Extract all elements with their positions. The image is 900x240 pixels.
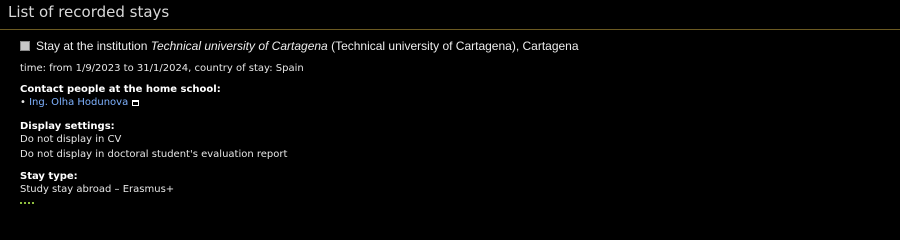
stay-title-suffix: (Technical university of Cartagena), Car… <box>327 39 579 53</box>
display-setting-cv: Do not display in CV <box>20 134 122 145</box>
stay-type-value: Study stay abroad – Erasmus+ <box>20 184 175 195</box>
stay-select-checkbox[interactable] <box>20 41 30 51</box>
stay-time: time: from 1/9/2023 to 31/1/2024, countr… <box>20 63 304 74</box>
stay-header: Stay at the institution Technical univer… <box>20 39 579 53</box>
section-title: List of recorded stays <box>8 3 170 21</box>
stay-title: Stay at the institution Technical univer… <box>36 39 579 53</box>
stay-type-label: Stay type: <box>20 171 78 182</box>
contact-person-link[interactable]: Ing. Olha Hodunova <box>29 97 128 108</box>
stay-title-prefix: Stay at the institution <box>36 39 151 53</box>
contact-label: Contact people at the home school: <box>20 84 221 95</box>
external-window-icon[interactable] <box>132 100 140 106</box>
contact-item: • Ing. Olha Hodunova <box>20 97 140 108</box>
stay-institution: Technical university of Cartagena <box>150 39 328 53</box>
display-settings-label: Display settings: <box>20 121 115 132</box>
truncated-next-row <box>20 202 34 207</box>
display-setting-report: Do not display in doctoral student's eva… <box>20 149 288 160</box>
contact-bullet: • <box>20 97 26 108</box>
recorded-stays-page: List of recorded stays Stay at the insti… <box>0 0 900 208</box>
section-title-divider <box>0 29 900 30</box>
